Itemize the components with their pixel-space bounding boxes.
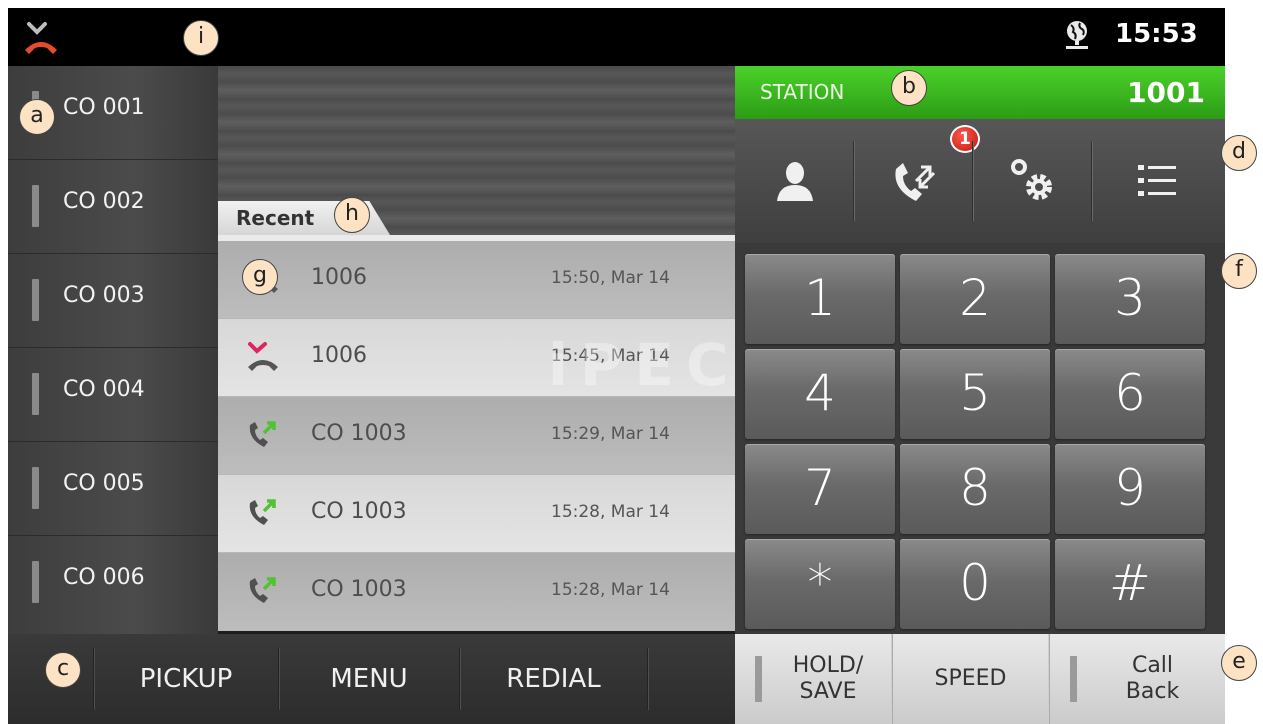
recent-call-row[interactable]: CO 1003 15:28, Mar 14 xyxy=(218,553,735,631)
toolbar: 1 xyxy=(735,119,1225,244)
recent-call-row[interactable]: CO 1003 15:29, Mar 14 xyxy=(218,397,735,475)
co-line-label: CO 001 xyxy=(63,95,145,120)
recent-call-list: 1006 15:50, Mar 14 1006 15:45, Mar 14 CO… xyxy=(218,241,783,634)
key-1[interactable]: 1 xyxy=(745,254,895,344)
key-3[interactable]: 3 xyxy=(1055,254,1205,344)
settings-button[interactable] xyxy=(973,119,1091,243)
call-time: 15:28, Mar 14 xyxy=(551,580,670,600)
outgoing-call-icon xyxy=(249,499,276,525)
co-line-item[interactable]: CO 003 xyxy=(8,254,218,348)
key-5[interactable]: 5 xyxy=(900,349,1050,439)
key-8[interactable]: 8 xyxy=(900,444,1050,534)
key-led-indicator xyxy=(755,656,762,702)
softkey-bar: PICKUP MENU REDIAL xyxy=(8,634,735,724)
callout-h: h xyxy=(334,197,370,233)
callout-b: b xyxy=(891,70,927,106)
line-led-indicator xyxy=(32,373,39,415)
speed-button[interactable]: SPEED xyxy=(892,634,1048,724)
list-menu-icon xyxy=(1138,165,1176,196)
contacts-icon xyxy=(777,162,813,201)
outgoing-call-icon xyxy=(249,577,276,603)
co-line-item[interactable]: CO 002 xyxy=(8,160,218,254)
caller-number: CO 1003 xyxy=(311,499,407,524)
speed-label: SPEED xyxy=(934,665,1007,691)
globe-network-icon xyxy=(1066,21,1088,49)
station-number: 1001 xyxy=(1127,76,1205,109)
co-line-label: CO 002 xyxy=(63,189,145,214)
key-0[interactable]: 0 xyxy=(900,539,1050,629)
callout-f: f xyxy=(1221,253,1257,289)
co-line-label: CO 005 xyxy=(63,471,145,496)
key-9[interactable]: 9 xyxy=(1055,444,1205,534)
call-time: 15:29, Mar 14 xyxy=(551,424,670,444)
recent-call-row[interactable]: CO 1003 15:28, Mar 14 xyxy=(218,475,735,553)
menu-button[interactable]: MENU xyxy=(279,634,459,724)
call-time: 15:28, Mar 14 xyxy=(551,502,670,522)
phone-screen: 15:53 CO 001 CO 002 CO 003 CO 004 CO 005… xyxy=(8,8,1225,724)
outgoing-call-icon xyxy=(249,421,276,447)
call-log-button[interactable]: 1 xyxy=(854,119,980,243)
hold-save-button[interactable]: HOLD/ SAVE xyxy=(735,634,891,724)
call-back-button[interactable]: Call Back xyxy=(1049,634,1225,724)
pickup-button[interactable]: PICKUP xyxy=(94,634,278,724)
key-7[interactable]: 7 xyxy=(745,444,895,534)
callout-e: e xyxy=(1221,645,1257,681)
callout-a: a xyxy=(19,99,55,135)
callout-c: c xyxy=(45,652,81,688)
call-time: 15:50, Mar 14 xyxy=(551,268,670,288)
line-led-indicator xyxy=(32,561,39,603)
co-line-item[interactable]: CO 005 xyxy=(8,442,218,536)
key-led-indicator xyxy=(1070,656,1077,702)
missed-call-icon[interactable] xyxy=(23,20,59,56)
callout-i: i xyxy=(183,20,219,56)
call-log-icon xyxy=(895,163,936,201)
function-key-bar: HOLD/ SAVE SPEED Call Back xyxy=(735,634,1225,724)
settings-gear-icon xyxy=(1011,159,1052,200)
caller-number: 1006 xyxy=(311,343,367,368)
key-4[interactable]: 4 xyxy=(745,349,895,439)
key-hash[interactable]: # xyxy=(1055,539,1205,629)
list-menu-button[interactable] xyxy=(1092,119,1225,243)
hold-save-label: HOLD/ SAVE xyxy=(792,652,864,704)
station-label: STATION xyxy=(760,80,845,104)
softkey-divider xyxy=(647,648,648,710)
line-led-indicator xyxy=(32,185,39,227)
contacts-button[interactable] xyxy=(735,119,853,243)
co-line-item[interactable]: CO 004 xyxy=(8,348,218,442)
key-star[interactable]: * xyxy=(745,539,895,629)
caller-number: CO 1003 xyxy=(311,577,407,602)
co-line-label: CO 004 xyxy=(63,377,145,402)
missed-call-icon xyxy=(248,342,278,371)
co-line-label: CO 006 xyxy=(63,565,145,590)
redial-button[interactable]: REDIAL xyxy=(460,634,647,724)
co-line-item[interactable]: CO 006 xyxy=(8,536,218,630)
callout-g: g xyxy=(242,259,278,295)
key-2[interactable]: 2 xyxy=(900,254,1050,344)
callout-d: d xyxy=(1221,135,1257,171)
co-line-list: CO 001 CO 002 CO 003 CO 004 CO 005 CO 00… xyxy=(8,66,218,634)
co-line-label: CO 003 xyxy=(63,283,145,308)
line-led-indicator xyxy=(32,467,39,509)
key-6[interactable]: 6 xyxy=(1055,349,1205,439)
call-back-label: Call Back xyxy=(1125,652,1180,704)
station-bar: STATION 1001 xyxy=(735,66,1225,119)
recent-call-row[interactable]: 1006 15:50, Mar 14 xyxy=(218,241,735,319)
tab-recent-label: Recent xyxy=(236,206,315,230)
clock: 15:53 xyxy=(1115,19,1198,49)
caller-number: 1006 xyxy=(311,265,367,290)
line-led-indicator xyxy=(32,279,39,321)
dial-keypad: 1 2 3 4 5 6 7 8 9 * 0 # xyxy=(735,243,1225,634)
caller-number: CO 1003 xyxy=(311,421,407,446)
